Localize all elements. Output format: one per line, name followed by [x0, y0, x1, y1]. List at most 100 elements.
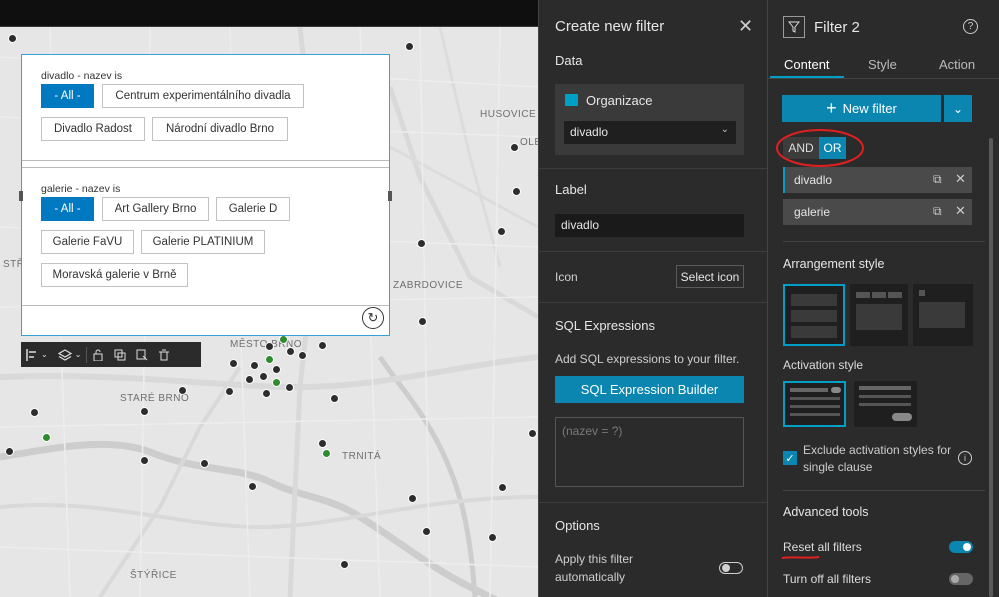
- poi-marker[interactable]: [408, 494, 417, 503]
- activation-option-button[interactable]: [854, 381, 917, 427]
- divider: [783, 241, 985, 242]
- poi-marker[interactable]: [225, 387, 234, 396]
- poi-marker-green[interactable]: [272, 378, 281, 387]
- arrangement-option-vertical[interactable]: [783, 284, 845, 346]
- filter-chip[interactable]: Art Gallery Brno: [102, 197, 209, 221]
- data-source-card[interactable]: Organizace divadlo ⌄: [555, 84, 744, 155]
- filter-chip[interactable]: Galerie D: [216, 197, 290, 221]
- select-icon-button[interactable]: Select icon: [676, 265, 744, 288]
- poi-marker[interactable]: [285, 383, 294, 392]
- poi-marker[interactable]: [422, 527, 431, 536]
- filter-widget[interactable]: divadlo - nazev is - All - Centrum exper…: [19, 54, 392, 336]
- poi-marker[interactable]: [318, 439, 327, 448]
- close-icon[interactable]: ✕: [738, 16, 753, 37]
- poi-marker[interactable]: [512, 187, 521, 196]
- poi-marker[interactable]: [498, 483, 507, 492]
- poi-marker[interactable]: [30, 408, 39, 417]
- filter-chip-all[interactable]: - All -: [41, 197, 94, 221]
- filter-list-item[interactable]: galerie ⧉ ✕: [783, 199, 972, 225]
- trash-icon[interactable]: [153, 342, 175, 367]
- poi-marker[interactable]: [245, 375, 254, 384]
- poi-marker[interactable]: [330, 394, 339, 403]
- sql-expression-text: (nazev = ?): [562, 424, 623, 438]
- info-icon[interactable]: i: [958, 451, 972, 465]
- new-filter-dropdown[interactable]: ⌄: [944, 95, 972, 122]
- resize-handle[interactable]: [19, 191, 23, 201]
- reset-icon[interactable]: ↻: [362, 307, 384, 329]
- arrangement-option-horizontal[interactable]: [850, 284, 908, 346]
- apply-auto-label-line1: Apply this filter: [555, 552, 634, 566]
- activation-heading: Activation style: [783, 358, 864, 372]
- poi-marker[interactable]: [488, 533, 497, 542]
- poi-marker[interactable]: [178, 386, 187, 395]
- poi-marker[interactable]: [405, 42, 414, 51]
- panel-title: Filter 2: [814, 19, 860, 36]
- sql-expression-textarea[interactable]: (nazev = ?): [555, 417, 744, 487]
- exclude-checkbox[interactable]: ✓: [783, 451, 797, 465]
- poi-marker[interactable]: [248, 482, 257, 491]
- filter-chip[interactable]: Galerie FaVU: [41, 230, 134, 254]
- poi-marker[interactable]: [418, 317, 427, 326]
- poi-marker[interactable]: [259, 372, 268, 381]
- tab-action[interactable]: Action: [939, 57, 975, 72]
- layer-select[interactable]: divadlo ⌄: [564, 121, 736, 144]
- lock-icon[interactable]: [87, 342, 109, 367]
- poi-marker[interactable]: [497, 227, 506, 236]
- poi-marker[interactable]: [250, 361, 259, 370]
- arrangement-option-icons[interactable]: [913, 284, 973, 346]
- align-icon[interactable]: ⌄: [21, 342, 53, 367]
- poi-marker[interactable]: [318, 341, 327, 350]
- tab-content[interactable]: Content: [784, 57, 830, 72]
- poi-marker-green[interactable]: [322, 449, 331, 458]
- poi-marker[interactable]: [140, 456, 149, 465]
- poi-marker-green[interactable]: [265, 355, 274, 364]
- filter-list-item[interactable]: divadlo ⧉ ✕: [783, 167, 972, 193]
- poi-marker[interactable]: [298, 351, 307, 360]
- close-icon[interactable]: ✕: [955, 171, 966, 187]
- poi-marker[interactable]: [5, 447, 14, 456]
- filter-chip[interactable]: Divadlo Radost: [41, 117, 145, 141]
- resize-handle[interactable]: [388, 191, 392, 201]
- poi-marker[interactable]: [286, 347, 295, 356]
- poi-marker[interactable]: [200, 459, 209, 468]
- layers-icon[interactable]: ⌄: [53, 342, 87, 367]
- filter-chip-all[interactable]: - All -: [41, 84, 94, 108]
- filter-item-label: divadlo: [794, 173, 833, 187]
- activation-option-toggle[interactable]: [783, 381, 846, 427]
- scrollbar[interactable]: [989, 138, 993, 597]
- label-input[interactable]: divadlo: [555, 214, 744, 237]
- turn-off-toggle[interactable]: [949, 573, 973, 585]
- filter-chip[interactable]: Galerie PLATINIUM: [141, 230, 265, 254]
- apply-auto-toggle[interactable]: [719, 562, 743, 574]
- reset-all-toggle[interactable]: [949, 541, 973, 553]
- filter-chip[interactable]: Národní divadlo Brno: [152, 117, 288, 141]
- filter-item-label: galerie: [794, 205, 831, 219]
- poi-marker[interactable]: [417, 239, 426, 248]
- filter-chip[interactable]: Moravská galerie v Brně: [41, 263, 188, 287]
- copy-icon[interactable]: [109, 342, 131, 367]
- poi-marker[interactable]: [510, 143, 519, 152]
- poi-marker[interactable]: [265, 342, 274, 351]
- sql-expression-builder-button[interactable]: SQL Expression Builder: [555, 376, 744, 403]
- crop-icon[interactable]: [131, 342, 153, 367]
- poi-marker[interactable]: [229, 359, 238, 368]
- poi-marker[interactable]: [140, 407, 149, 416]
- widget-toolbar: ⌄ ⌄: [21, 342, 201, 367]
- poi-marker[interactable]: [340, 560, 349, 569]
- poi-marker[interactable]: [262, 389, 271, 398]
- exclude-label-line1: Exclude activation styles for: [803, 443, 952, 457]
- poi-marker[interactable]: [272, 365, 281, 374]
- close-icon[interactable]: ✕: [955, 203, 966, 219]
- poi-marker-green[interactable]: [279, 335, 288, 344]
- poi-marker[interactable]: [528, 429, 537, 438]
- tab-style[interactable]: Style: [868, 57, 897, 72]
- new-filter-button[interactable]: + New filter: [782, 95, 941, 122]
- copy-icon[interactable]: ⧉: [933, 204, 942, 219]
- layer-select-value: divadlo: [570, 125, 609, 139]
- divider: [539, 168, 768, 169]
- poi-marker[interactable]: [8, 34, 17, 43]
- poi-marker-green[interactable]: [42, 433, 51, 442]
- copy-icon[interactable]: ⧉: [933, 172, 942, 187]
- help-icon[interactable]: ?: [963, 19, 978, 34]
- filter-chip[interactable]: Centrum experimentálního divadla: [102, 84, 304, 108]
